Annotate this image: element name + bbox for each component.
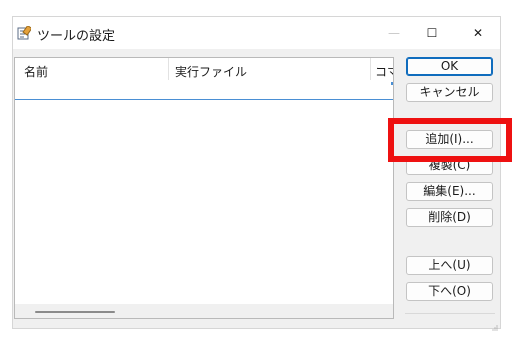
cancel-button[interactable]: キャンセル — [406, 83, 493, 102]
horizontal-scroll-thumb[interactable] — [35, 311, 115, 313]
column-divider[interactable] — [370, 58, 371, 80]
column-header-executable[interactable]: 実行ファイル — [175, 63, 247, 80]
ok-button[interactable]: OK — [406, 57, 493, 76]
column-header-command[interactable]: コマ — [375, 63, 393, 80]
tool-settings-dialog: ツールの設定 — ☐ ✕ 名前 実行ファイル コマ OK キャンセル 追加(I)… — [12, 16, 501, 331]
title-bar: ツールの設定 — ☐ ✕ — [13, 17, 500, 49]
delete-button[interactable]: 削除(D) — [406, 208, 493, 227]
resize-grip-icon[interactable] — [492, 320, 498, 331]
tools-settings-icon — [17, 24, 33, 40]
highlight-box — [388, 118, 512, 162]
window-title: ツールの設定 — [37, 29, 116, 44]
list-header: 名前 実行ファイル コマ — [15, 58, 393, 100]
column-header-name[interactable]: 名前 — [24, 63, 48, 80]
divider — [405, 313, 495, 314]
move-up-button[interactable]: 上へ(U) — [406, 256, 493, 275]
maximize-button[interactable]: ☐ — [410, 17, 454, 49]
header-scroll-marker — [391, 82, 393, 85]
column-divider[interactable] — [168, 58, 169, 80]
move-down-button[interactable]: 下へ(O) — [406, 282, 493, 301]
close-button[interactable]: ✕ — [456, 17, 500, 49]
tools-list[interactable]: 名前 実行ファイル コマ — [14, 57, 394, 319]
horizontal-scrollbar[interactable] — [15, 304, 393, 318]
edit-button[interactable]: 編集(E)... — [406, 182, 493, 201]
